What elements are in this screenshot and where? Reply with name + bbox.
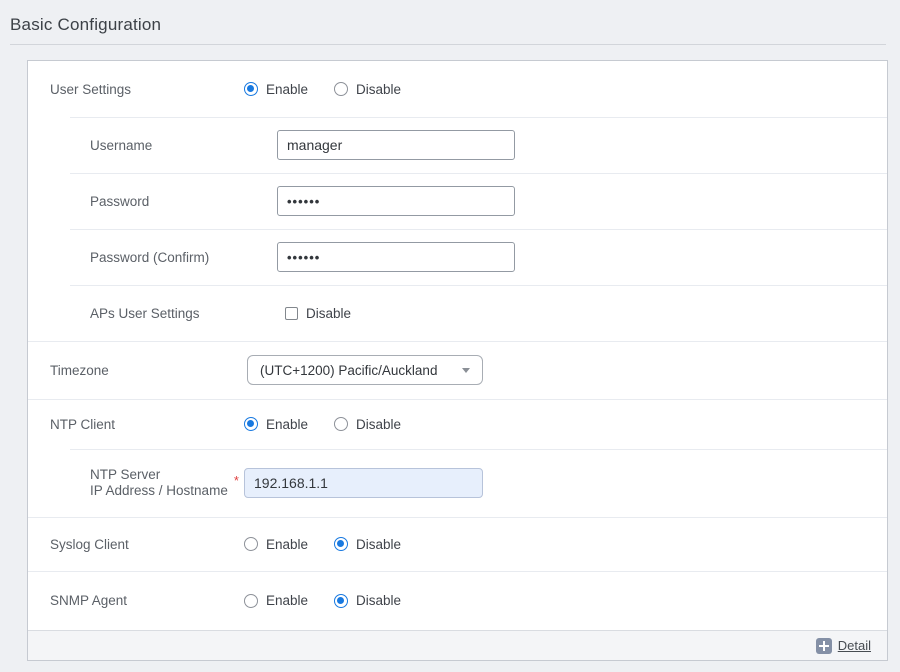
timezone-label: Timezone [28, 363, 244, 378]
row-password-confirm: Password (Confirm) [28, 229, 887, 285]
ntp-server-label-line1: NTP Server [90, 467, 160, 482]
ntp-client-enable-option[interactable]: Enable [244, 417, 308, 432]
snmp-agent-radio-group: Enable Disable [244, 593, 401, 608]
password-confirm-input[interactable] [277, 242, 515, 272]
checkbox-icon[interactable] [285, 307, 298, 320]
row-password: Password [28, 173, 887, 229]
disable-label: Disable [356, 417, 401, 432]
row-ntp-server: NTP Server IP Address / Hostname * [28, 449, 887, 517]
plus-icon[interactable] [816, 638, 832, 654]
username-input[interactable] [277, 130, 515, 160]
user-settings-radio-group: Enable Disable [244, 82, 401, 97]
radio-icon[interactable] [244, 594, 258, 608]
user-settings-label: User Settings [28, 82, 244, 97]
page-title: Basic Configuration [10, 15, 161, 35]
radio-icon[interactable] [334, 537, 348, 551]
aps-user-settings-label: APs User Settings [28, 306, 244, 321]
aps-disable-checkbox-option[interactable]: Disable [285, 306, 351, 321]
radio-icon[interactable] [244, 82, 258, 96]
user-settings-disable-option[interactable]: Disable [334, 82, 401, 97]
radio-icon[interactable] [334, 417, 348, 431]
radio-icon[interactable] [334, 82, 348, 96]
radio-icon[interactable] [244, 537, 258, 551]
row-ntp-client: NTP Client Enable Disable [28, 399, 887, 449]
detail-link[interactable]: Detail [838, 638, 871, 653]
panel-footer: Detail [28, 630, 887, 660]
row-syslog-client: Syslog Client Enable Disable [28, 517, 887, 571]
chevron-down-icon [462, 368, 470, 373]
syslog-client-enable-option[interactable]: Enable [244, 537, 308, 552]
password-confirm-label: Password (Confirm) [28, 250, 244, 265]
row-username: Username [28, 117, 887, 173]
username-label: Username [28, 138, 244, 153]
snmp-agent-enable-option[interactable]: Enable [244, 593, 308, 608]
password-input[interactable] [277, 186, 515, 216]
enable-label: Enable [266, 537, 308, 552]
syslog-client-disable-option[interactable]: Disable [334, 537, 401, 552]
ntp-server-input[interactable] [244, 468, 483, 498]
password-label: Password [28, 194, 244, 209]
required-asterisk: * [234, 473, 239, 488]
snmp-agent-disable-option[interactable]: Disable [334, 593, 401, 608]
disable-label: Disable [356, 537, 401, 552]
snmp-agent-label: SNMP Agent [28, 593, 244, 608]
ntp-server-label: NTP Server IP Address / Hostname * [28, 467, 244, 499]
syslog-client-label: Syslog Client [28, 537, 244, 552]
enable-label: Enable [266, 417, 308, 432]
row-user-settings: User Settings Enable Disable [28, 61, 887, 117]
enable-label: Enable [266, 82, 308, 97]
syslog-client-radio-group: Enable Disable [244, 537, 401, 552]
ntp-server-label-text: NTP Server IP Address / Hostname [90, 467, 228, 499]
ntp-client-radio-group: Enable Disable [244, 417, 401, 432]
title-divider [10, 44, 886, 45]
ntp-client-label: NTP Client [28, 417, 244, 432]
disable-label: Disable [356, 82, 401, 97]
ntp-server-label-line2: IP Address / Hostname [90, 483, 228, 498]
row-snmp-agent: SNMP Agent Enable Disable [28, 571, 887, 630]
timezone-selected-value: (UTC+1200) Pacific/Auckland [260, 363, 437, 378]
radio-icon[interactable] [334, 594, 348, 608]
aps-disable-label: Disable [306, 306, 351, 321]
enable-label: Enable [266, 593, 308, 608]
radio-icon[interactable] [244, 417, 258, 431]
ntp-client-disable-option[interactable]: Disable [334, 417, 401, 432]
row-aps-user-settings: APs User Settings Disable [28, 285, 887, 341]
user-settings-enable-option[interactable]: Enable [244, 82, 308, 97]
timezone-select[interactable]: (UTC+1200) Pacific/Auckland [247, 355, 483, 385]
basic-configuration-panel: User Settings Enable Disable Username Pa… [27, 60, 888, 661]
disable-label: Disable [356, 593, 401, 608]
row-timezone: Timezone (UTC+1200) Pacific/Auckland [28, 341, 887, 399]
